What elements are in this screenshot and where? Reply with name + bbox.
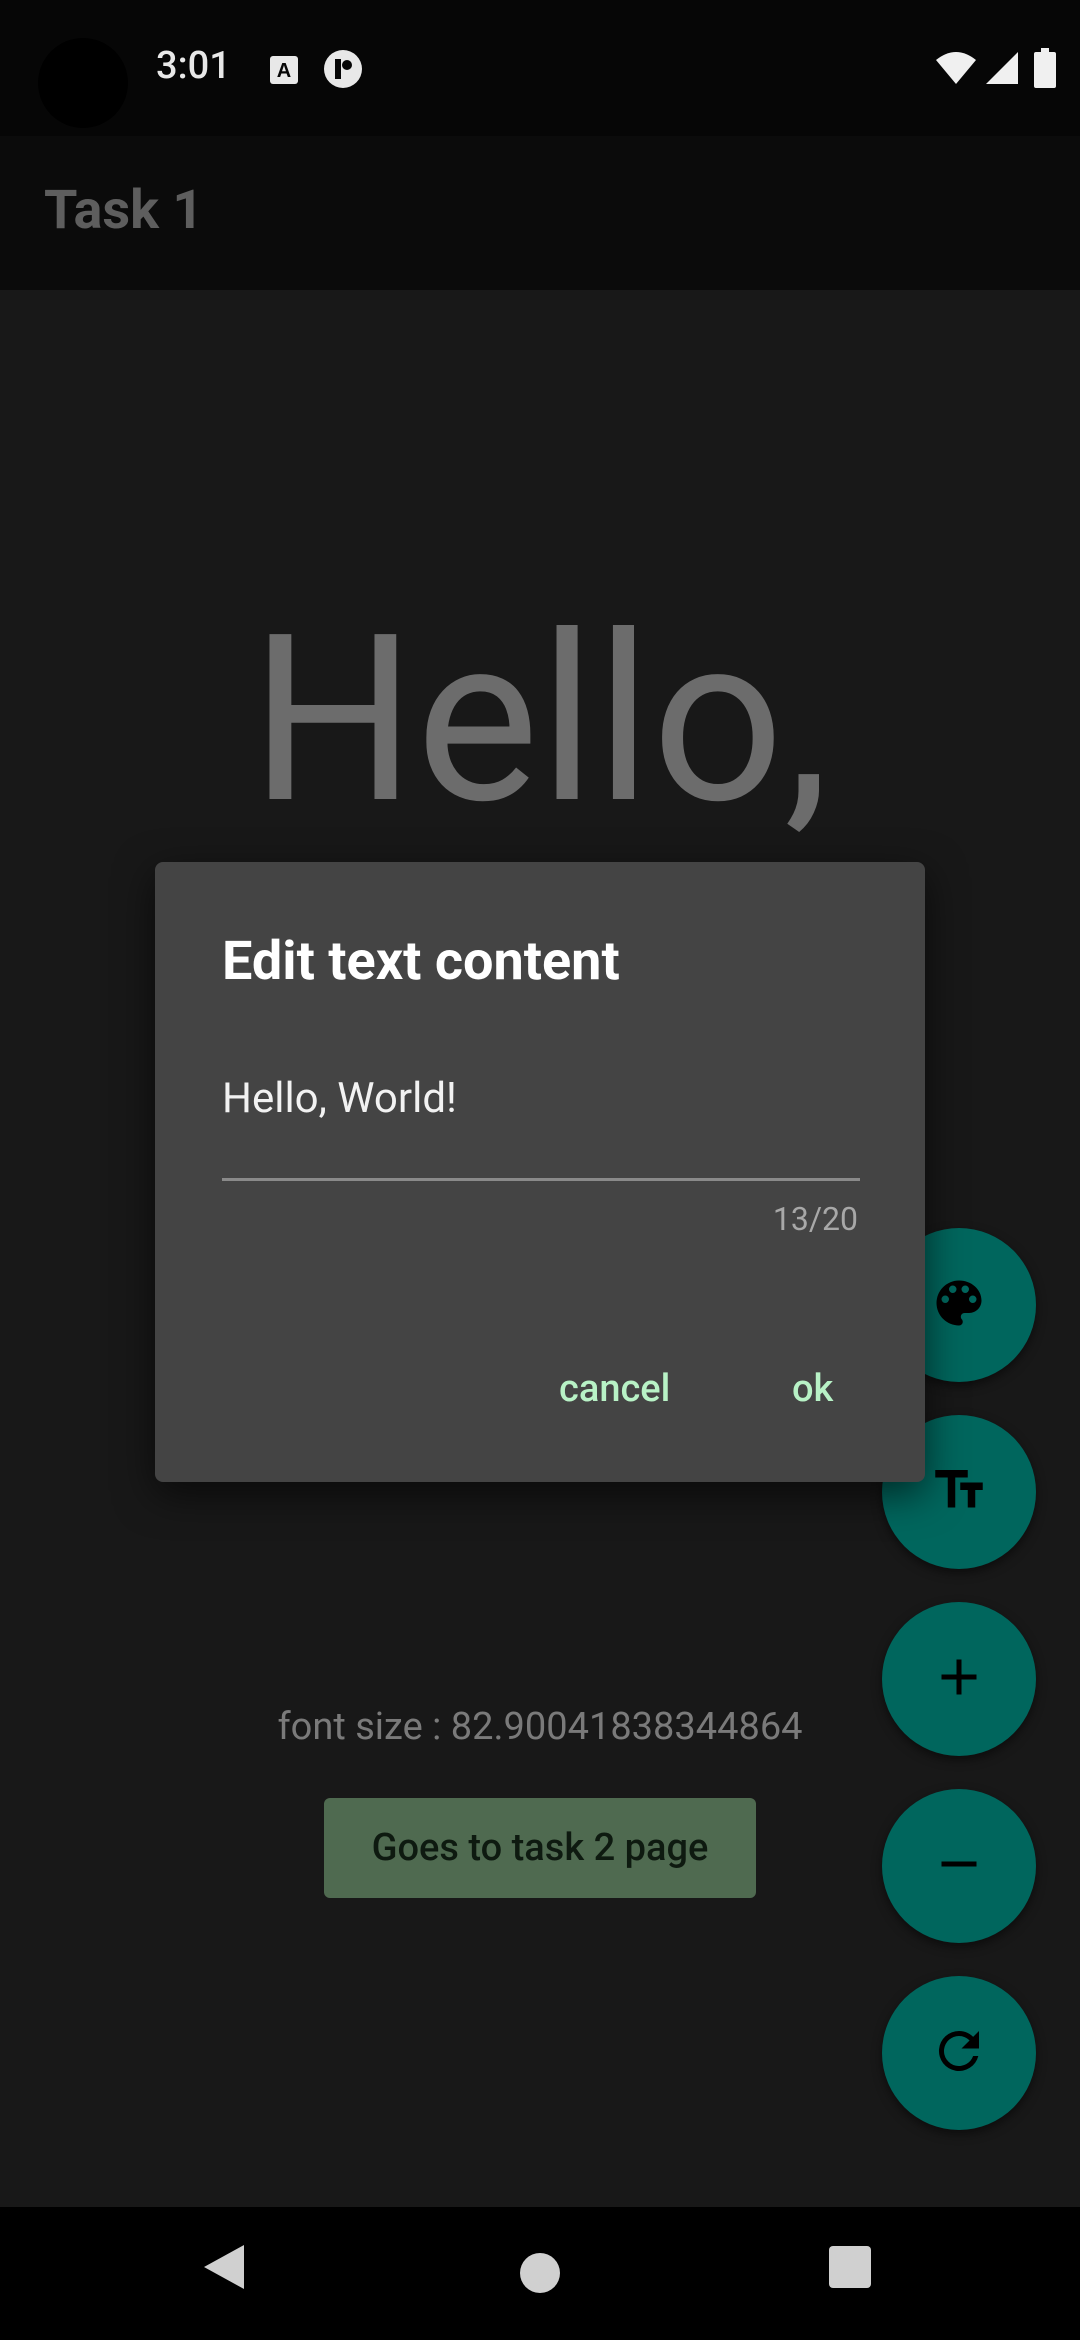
palette-icon xyxy=(929,1273,989,1337)
app-notification-icon xyxy=(322,48,364,90)
cancel-button[interactable]: cancel xyxy=(559,1367,670,1411)
refresh-icon xyxy=(929,2021,989,2085)
plus-icon xyxy=(929,1647,989,1711)
text-content-input[interactable] xyxy=(222,1075,860,1121)
minus-icon xyxy=(929,1834,989,1898)
recents-icon[interactable] xyxy=(828,2245,872,2293)
reset-button[interactable] xyxy=(882,1976,1036,2130)
home-icon[interactable] xyxy=(519,2252,561,2298)
increase-font-button[interactable] xyxy=(882,1602,1036,1756)
status-time: 3:01 xyxy=(156,44,231,88)
text-size-icon xyxy=(929,1460,989,1524)
character-counter: 13/20 xyxy=(772,1200,858,1238)
battery-icon xyxy=(1034,48,1056,92)
svg-text:A: A xyxy=(277,60,291,82)
page-title: Task 1 xyxy=(44,179,204,242)
edit-text-dialog: Edit text content 13/20 cancel ok xyxy=(155,862,925,1482)
app-bar: Task 1 xyxy=(0,136,1080,290)
display-text: Hello, xyxy=(250,584,830,856)
cellular-signal-icon xyxy=(984,50,1020,90)
wifi-icon xyxy=(936,50,976,90)
decrease-font-button[interactable] xyxy=(882,1789,1036,1943)
camera-cutout xyxy=(38,38,128,128)
input-underline xyxy=(222,1178,860,1181)
goto-task2-button[interactable]: Goes to task 2 page xyxy=(324,1798,756,1898)
ok-button[interactable]: ok xyxy=(792,1367,833,1411)
status-bar: 3:01 A xyxy=(0,0,1080,136)
system-navigation-bar xyxy=(0,2207,1080,2340)
back-icon[interactable] xyxy=(202,2243,246,2295)
dialog-title: Edit text content xyxy=(222,930,620,993)
keyboard-notification-icon: A xyxy=(266,52,302,88)
